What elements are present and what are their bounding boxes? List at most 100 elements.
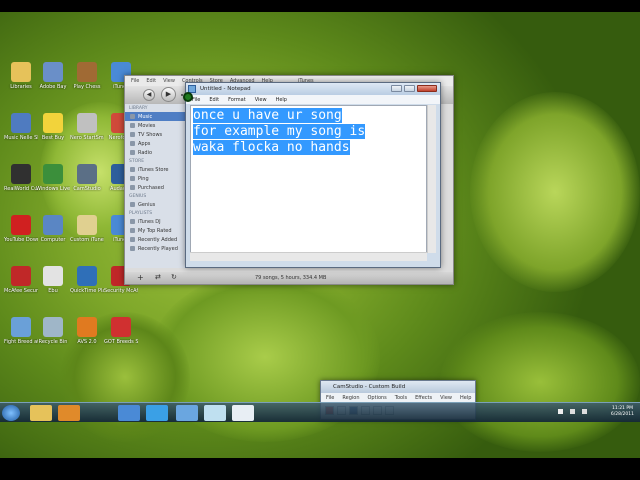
store-icon	[130, 167, 135, 172]
sidebar-item-purchased[interactable]: Purchased	[125, 183, 185, 192]
desktop-icon-label: Security McAfee	[104, 288, 138, 294]
leaf-decor	[470, 92, 640, 292]
notepad-menu-help[interactable]: Help	[276, 97, 287, 103]
desktop-icon[interactable]: Computer	[36, 215, 70, 243]
desktop-icon[interactable]: Libraries	[4, 62, 38, 90]
desktop-icon-label: AVS 2.0	[77, 339, 97, 345]
text-line-1: once u have ur song	[193, 108, 342, 123]
cs-menu-tools[interactable]: Tools	[395, 395, 407, 401]
app-icon	[11, 164, 31, 184]
sidebar-item-itunes-store[interactable]: iTunes Store	[125, 165, 185, 174]
notepad-menu-edit[interactable]: Edit	[209, 97, 219, 103]
desktop-icon-label: YouTube Downloader	[4, 237, 38, 243]
cs-menu-help[interactable]: Help	[460, 395, 471, 401]
desktop-icon[interactable]: Custom iTunes	[70, 215, 104, 243]
desktop-icon-label: CamStudio	[73, 186, 101, 192]
app-icon	[43, 62, 63, 82]
add-playlist-icon[interactable]: +	[137, 273, 144, 282]
ie-taskbar-icon[interactable]	[146, 405, 168, 421]
previous-icon[interactable]: ◀	[143, 89, 155, 101]
tray-flag-icon[interactable]	[558, 409, 563, 414]
desktop-icon-label: Best Buy	[41, 135, 65, 141]
notepad-menu-view[interactable]: View	[255, 97, 267, 103]
itunes-running-taskbar-icon[interactable]	[176, 405, 198, 421]
desktop-icon[interactable]: QuickTime Player	[70, 266, 104, 294]
apps-icon	[130, 141, 135, 146]
desktop-icon[interactable]: Ebu	[36, 266, 70, 294]
play-icon[interactable]: ▶	[161, 87, 176, 102]
close-button[interactable]	[417, 85, 437, 92]
sidebar-item-genius[interactable]: Genius	[125, 200, 185, 209]
itunes-menu-file[interactable]: File	[131, 78, 139, 84]
app-icon	[77, 164, 97, 184]
genius-header: GENIUS	[129, 194, 147, 199]
desktop-icon-label: QuickTime Player	[70, 288, 104, 294]
sidebar-item-music[interactable]: Music	[125, 112, 185, 121]
notepad-text-area[interactable]: once u have ur song for example my song …	[190, 105, 427, 253]
cs-menu-view[interactable]: View	[440, 395, 452, 401]
desktop-icon[interactable]: Adobe Bay	[36, 62, 70, 90]
desktop-icon[interactable]: RealWorld Cursor Editor	[4, 164, 38, 192]
explorer-taskbar-icon[interactable]	[30, 405, 52, 421]
notepad-title: Untitled - Notepad	[200, 86, 251, 92]
sidebar-item-top-rated[interactable]: My Top Rated	[125, 226, 185, 235]
camstudio-taskbar-icon[interactable]	[232, 405, 254, 421]
desktop-icon[interactable]: GOT Breeds Shoulders	[104, 317, 138, 345]
media-player-taskbar-icon[interactable]	[58, 405, 80, 421]
notepad-window[interactable]: Untitled - Notepad File Edit Format View…	[185, 82, 441, 268]
cs-menu-region[interactable]: Region	[342, 395, 359, 401]
desktop-icon-label: GOT Breeds Shoulders	[104, 339, 138, 345]
network-icon[interactable]	[570, 409, 575, 414]
vertical-scrollbar[interactable]	[427, 105, 436, 253]
sidebar-item-tv-shows[interactable]: TV Shows	[125, 130, 185, 139]
notepad-titlebar[interactable]: Untitled - Notepad	[186, 83, 440, 95]
repeat-icon[interactable]: ↻	[171, 273, 177, 281]
horizontal-scrollbar[interactable]	[190, 252, 427, 261]
screen: Libraries Adobe Bay Play Chess iTunes Music …	[0, 0, 640, 480]
itunes-menu-view[interactable]: View	[163, 78, 175, 84]
cs-menu-file[interactable]: File	[326, 395, 334, 401]
desktop-icon[interactable]: AVS 2.0	[70, 317, 104, 345]
sidebar-item-apps[interactable]: Apps	[125, 139, 185, 148]
cs-menu-options[interactable]: Options	[368, 395, 387, 401]
desktop-icon[interactable]: Fight Breed at the Global	[4, 317, 38, 345]
app-icon	[11, 62, 31, 82]
itunes-sidebar: LIBRARY Music Movies TV Shows Apps Radio…	[125, 104, 185, 268]
desktop-icon-label: Custom iTunes	[70, 237, 104, 243]
radio-icon	[130, 150, 135, 155]
minimize-button[interactable]	[391, 85, 402, 92]
sidebar-item-recently-played[interactable]: Recently Played	[125, 244, 185, 253]
desktop-icon[interactable]: Music Nelle Skelpus	[4, 113, 38, 141]
desktop-icon[interactable]: Best Buy	[36, 113, 70, 141]
itunes-taskbar-icon[interactable]	[118, 405, 140, 421]
camstudio-title: CamStudio - Custom Build	[333, 384, 406, 390]
notepad-menu-format[interactable]: Format	[228, 97, 246, 103]
desktop-icon[interactable]: Recycle Bin	[36, 317, 70, 345]
camstudio-titlebar[interactable]: CamStudio - Custom Build	[321, 381, 475, 393]
sidebar-item-itunes-dj[interactable]: iTunes DJ	[125, 217, 185, 226]
playlists-header: PLAYLISTS	[129, 211, 153, 216]
taskbar: 11:21 PM 6/28/2011	[0, 402, 640, 422]
desktop-icon[interactable]: McAfee Security Sc.	[4, 266, 38, 294]
sidebar-item-radio[interactable]: Radio	[125, 148, 185, 157]
start-button[interactable]	[2, 405, 20, 421]
clock[interactable]: 11:21 PM 6/28/2011	[611, 406, 634, 418]
cs-menu-effects[interactable]: Effects	[415, 395, 432, 401]
playlist-icon	[130, 228, 135, 233]
shuffle-icon[interactable]: ⇄	[155, 273, 161, 281]
sidebar-item-ping[interactable]: Ping	[125, 174, 185, 183]
sidebar-item-recently-added[interactable]: Recently Added	[125, 235, 185, 244]
desktop-icon[interactable]: Play Chess	[70, 62, 104, 90]
maximize-button[interactable]	[404, 85, 415, 92]
desktop-icon[interactable]: YouTube Downloader	[4, 215, 38, 243]
text-line-3: waka flocka no hands	[193, 140, 350, 155]
notepad-menu-file[interactable]: File	[192, 97, 200, 103]
itunes-menu-edit[interactable]: Edit	[146, 78, 156, 84]
desktop-icon[interactable]: CamStudio	[70, 164, 104, 192]
notepad-taskbar-icon[interactable]	[204, 405, 226, 421]
sidebar-item-movies[interactable]: Movies	[125, 121, 185, 130]
desktop-icon[interactable]: Nero StartSmart	[70, 113, 104, 141]
volume-icon[interactable]	[582, 409, 587, 414]
desktop-icon[interactable]: Windows Live Messenger	[36, 164, 70, 192]
music-icon	[130, 114, 135, 119]
